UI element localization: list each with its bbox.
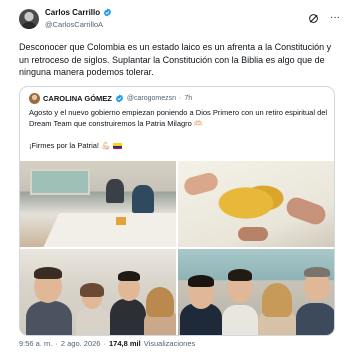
photo-table [40, 213, 176, 247]
author-avatar[interactable] [19, 9, 39, 29]
author-display-name[interactable]: Carlos Carrillo [45, 8, 100, 17]
grok-icon[interactable] [307, 12, 319, 24]
photo-window [30, 169, 90, 195]
footer-separator: · [55, 339, 58, 348]
photo-hair [146, 287, 174, 317]
photo-person [106, 179, 124, 203]
photo-hair [304, 267, 330, 277]
photo-person-body [110, 299, 146, 335]
photo-hand [283, 194, 329, 228]
photo-hair [34, 267, 62, 279]
photo-hair [262, 283, 292, 317]
meeting-room-photo[interactable] [20, 161, 176, 247]
colombia-map-shape [218, 179, 288, 227]
photo-hand [182, 170, 220, 198]
photo-person-body [222, 305, 258, 335]
quoted-post-text: Agosto y el nuevo gobierno empiezan poni… [29, 108, 328, 128]
photo-hair [228, 269, 252, 281]
author-name-row[interactable]: Carlos Carrillo [45, 8, 112, 17]
views-label: Visualizaciones [143, 339, 196, 348]
post-footer: 9:56 a. m. · 2 ago. 2026 · 174,8 mil Vis… [19, 339, 195, 348]
grok-glyph-icon [308, 13, 318, 23]
photo-hair [80, 283, 104, 297]
verified-badge-icon [104, 8, 112, 17]
post-time[interactable]: 9:56 a. m. [19, 339, 52, 348]
photo-hair [188, 275, 214, 287]
quoted-author-avatar [29, 93, 40, 104]
quoted-author-handle: @carogomezsn [126, 95, 177, 102]
quoted-separator: · [179, 95, 182, 102]
photo-hand [238, 227, 268, 241]
photo-person-body [296, 303, 334, 335]
quoted-author-display-name: CAROLINA GÓMEZ [43, 94, 112, 103]
author-handle[interactable]: @CarlosCarrilloA [45, 20, 103, 29]
post-header: Carlos Carrillo @CarlosCarrilloA ··· [19, 6, 341, 38]
header-actions: ··· [307, 12, 341, 24]
quoted-post-header: CAROLINA GÓMEZ @carogomezsn · 7h [29, 93, 192, 104]
outdoor-selfie-photo[interactable] [178, 249, 334, 335]
quoted-post-slogan: ¡Firmes por la Patria! 💪🏻 [29, 141, 122, 150]
photo-hair [118, 271, 140, 281]
quoted-time-ago: 7h [184, 95, 193, 102]
post-body-text: Desconocer que Colombia es un estado lai… [19, 42, 332, 77]
map-table-photo[interactable] [178, 161, 334, 247]
quoted-post-card[interactable]: CAROLINA GÓMEZ @carogomezsn · 7h Agosto … [19, 86, 335, 336]
quoted-slogan-text: ¡Firmes por la Patria! 💪🏻 [29, 141, 111, 150]
footer-separator: · [103, 339, 106, 348]
photo-person-body [26, 301, 72, 335]
group-selfie-photo[interactable] [20, 249, 176, 335]
colombia-flag-icon [112, 143, 122, 149]
photo-object [116, 217, 126, 225]
photo-person [132, 185, 154, 213]
photo-person-body [76, 307, 110, 335]
post-date[interactable]: 2 ago. 2026 [61, 339, 101, 348]
quoted-verified-badge-icon [115, 94, 123, 103]
more-options-icon[interactable]: ··· [329, 12, 341, 24]
views-count: 174,8 mil [108, 339, 141, 348]
